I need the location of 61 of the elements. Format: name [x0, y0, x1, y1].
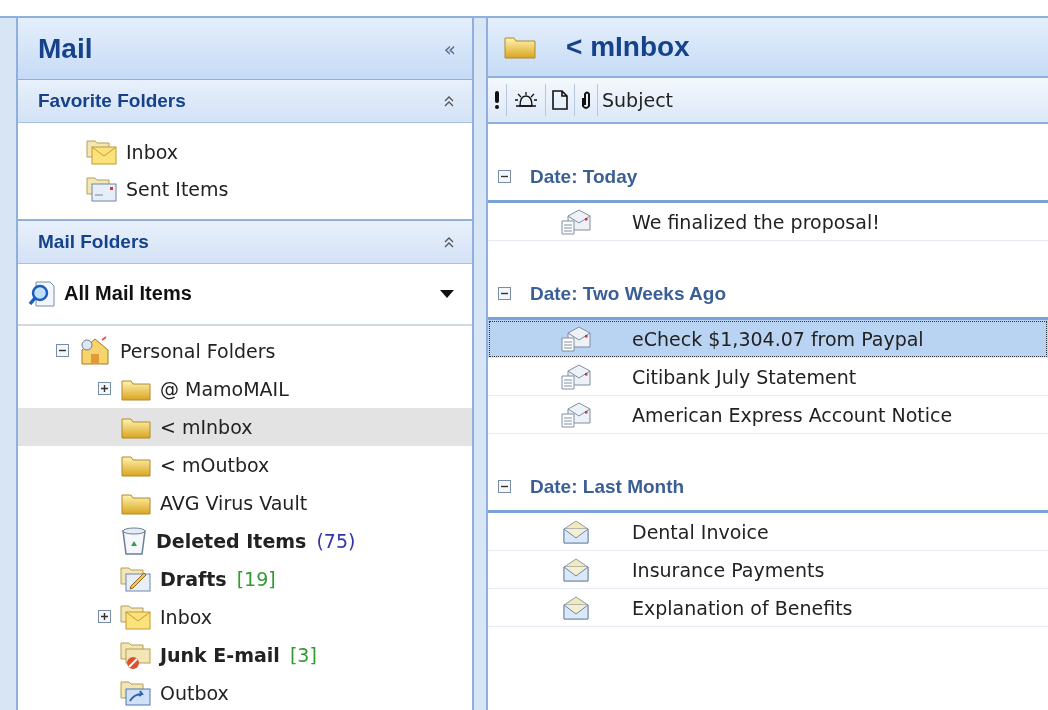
expand-button[interactable]	[98, 610, 112, 624]
folder-tree-item[interactable]: Deleted Items (75)	[18, 522, 472, 560]
collapse-pane-button[interactable]: «	[443, 36, 456, 61]
inbox-folder-icon	[120, 603, 152, 631]
message-row[interactable]: Citibank July Statement	[488, 358, 1048, 396]
folder-title: < mInbox	[566, 31, 690, 63]
view-label: All Mail Items	[64, 282, 193, 306]
drafts-folder-icon	[120, 565, 152, 593]
group-header: Date: Today	[530, 166, 638, 188]
home-folders-icon	[78, 336, 112, 366]
folder-tree-item[interactable]: < mOutbox	[18, 446, 472, 484]
folder-tree-item[interactable]: Drafts [19]	[18, 560, 472, 598]
message-icon	[560, 400, 592, 429]
sent-folder-icon	[86, 174, 118, 203]
outbox-folder-icon	[120, 679, 152, 707]
collapse-group-button[interactable]	[498, 287, 512, 301]
section-title: Mail Folders	[38, 231, 149, 253]
group-header: Date: Two Weeks Ago	[530, 283, 726, 305]
paperclip-icon[interactable]	[579, 89, 593, 111]
folder-tree-item[interactable]: AVG Virus Vault	[18, 484, 472, 522]
collapse-group-button[interactable]	[498, 480, 512, 494]
folder-tree-item[interactable]: < mInbox	[18, 408, 472, 446]
inbox-folder-icon	[86, 137, 118, 166]
message-row[interactable]: Insurance Payments	[488, 551, 1048, 589]
column-header[interactable]: Subject	[598, 84, 678, 116]
folder-tree-item[interactable]: @ MamoMAIL	[18, 370, 472, 408]
message-row[interactable]: We finalized the proposal!	[488, 203, 1048, 241]
message-row[interactable]: eCheck $1,304.07 from Paypal	[488, 320, 1048, 358]
folder-tree-item[interactable]: Personal Folders	[18, 332, 472, 370]
folder-icon	[504, 35, 536, 59]
message-row[interactable]: Dental Invoice	[488, 513, 1048, 551]
message-row[interactable]: American Express Account Notice	[488, 396, 1048, 434]
search-folder-icon	[28, 280, 56, 308]
message-row[interactable]: Explanation of Benefits	[488, 589, 1048, 627]
unread-count: [3]	[289, 644, 317, 666]
collapse-group-button[interactable]	[498, 170, 512, 184]
collapse-button[interactable]	[56, 344, 70, 358]
folder-item[interactable]: Sent Items	[126, 177, 229, 200]
folder-tree-item[interactable]: Junk E-mail [3]	[18, 636, 472, 674]
section-title: Favorite Folders	[38, 90, 186, 113]
section-header[interactable]: Favorite Folders	[18, 80, 472, 123]
message-icon	[560, 362, 592, 391]
collapse-section-icon[interactable]	[442, 94, 456, 109]
pane-title: Mail	[38, 32, 93, 65]
unread-count: [19]	[236, 568, 276, 590]
expand-button[interactable]	[98, 382, 112, 396]
folder-item[interactable]: Inbox	[126, 140, 178, 163]
importance-icon[interactable]	[492, 89, 502, 111]
folder-tree-item[interactable]: Inbox	[18, 598, 472, 636]
section-header[interactable]: Mail Folders	[18, 221, 472, 264]
view-dropdown[interactable]: All Mail Items	[18, 264, 472, 326]
trash-can-icon	[120, 526, 148, 556]
document-icon[interactable]	[550, 89, 570, 111]
dropdown-caret-icon	[440, 290, 454, 298]
message-icon	[560, 207, 592, 236]
collapse-section-icon[interactable]	[442, 235, 456, 249]
unread-count: (75)	[316, 530, 356, 552]
folder-tree-item[interactable]: Outbox	[18, 674, 472, 710]
message-icon	[560, 324, 592, 353]
group-header: Date: Last Month	[530, 476, 685, 498]
junk-folder-icon	[120, 640, 152, 670]
